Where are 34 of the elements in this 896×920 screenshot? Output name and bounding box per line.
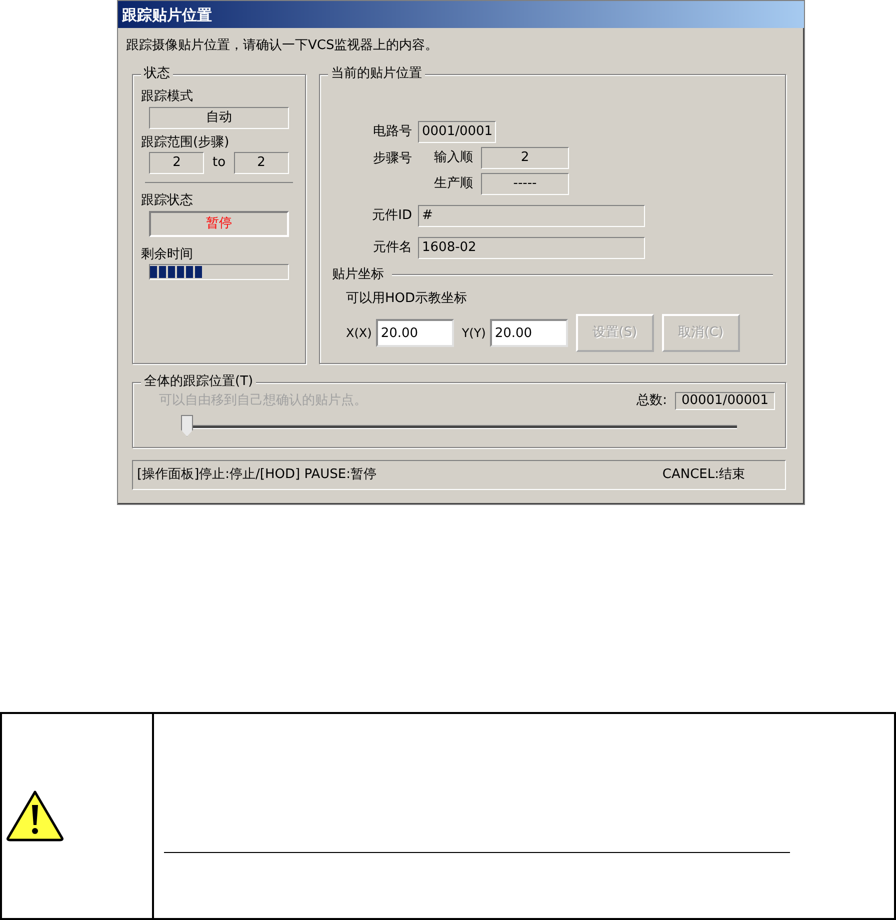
field-label: 输入顺 (434, 149, 473, 168)
range-from-value: 2 (149, 152, 204, 174)
production-order-value: ----- (481, 173, 569, 195)
section-title: 贴片坐标 (332, 266, 384, 284)
mode-value: 自动 (149, 106, 289, 128)
status-text: [操作面板]停止:停止/[HOD] PAUSE:暂停 (137, 466, 376, 484)
field-label: 电路号 (372, 123, 413, 142)
field-label: 步骤号 (372, 150, 413, 168)
field-label: 元件名 (372, 239, 413, 258)
circuit-value: 0001/0001 (418, 121, 496, 143)
warning-icon (6, 790, 64, 842)
field-label: Y(Y) (462, 325, 486, 342)
instruction-text: 跟踪摄像贴片位置，请确认一下VCS监视器上的内容。 (125, 37, 440, 55)
field-label: 剩余时间 (141, 246, 194, 264)
status-text: CANCEL:结束 (662, 466, 745, 484)
slider-thumb[interactable] (181, 414, 193, 436)
total-value: 00001/00001 (675, 392, 775, 410)
field-label: 生产顺 (434, 175, 473, 194)
window-title: 跟踪贴片位置 (118, 1, 804, 28)
x-input-field[interactable]: 20.00 (376, 319, 454, 347)
hint-text: 可以用HOD示教坐标 (345, 290, 468, 308)
state-value: 暂停 (149, 210, 289, 236)
input-order-value: 2 (481, 147, 569, 169)
range-to-value: 2 (234, 152, 289, 174)
y-input-field[interactable]: 20.00 (490, 319, 568, 347)
field-label: 跟踪模式 (141, 88, 194, 106)
field-label: 跟踪状态 (141, 192, 194, 210)
to-label: to (212, 154, 226, 172)
field-label: 元件ID (371, 207, 413, 226)
field-label: 跟踪范围(步骤) (141, 134, 230, 152)
total-label: 总数: (636, 392, 667, 410)
field-label: X(X) (346, 325, 372, 342)
part-name-value: 1608-02 (418, 237, 645, 259)
part-id-value: # (418, 205, 645, 227)
